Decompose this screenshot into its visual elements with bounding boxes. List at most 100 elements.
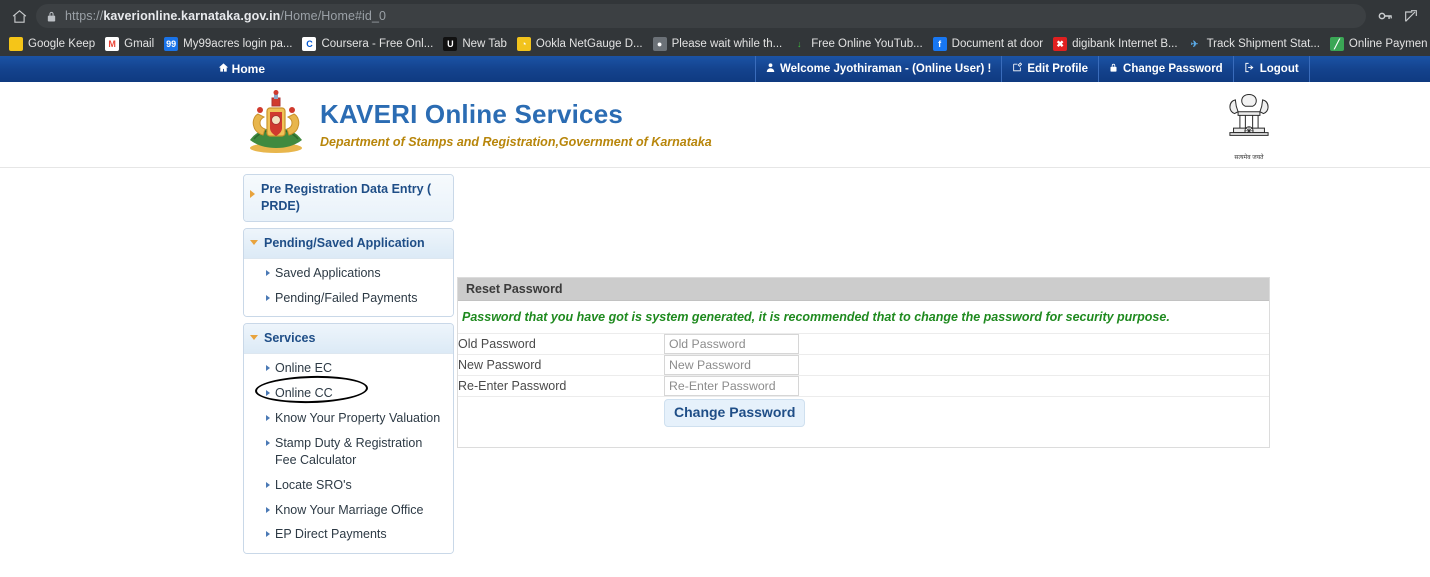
bookmark-favicon-icon: ◔ bbox=[516, 37, 531, 51]
nav-change-password[interactable]: Change Password bbox=[1098, 56, 1233, 82]
bullet-arrow-icon bbox=[266, 481, 270, 488]
sidebar-panel-prde-label: Pre Registration Data Entry ( PRDE) bbox=[261, 182, 432, 213]
bookmarks-bar: Google Keep M Gmail 99 My99acres login pa...… bbox=[0, 32, 1430, 56]
reenter-password-input[interactable] bbox=[664, 376, 799, 397]
bullet-arrow-icon bbox=[266, 415, 270, 421]
sidebar-panel-prde-header[interactable]: Pre Registration Data Entry ( PRDE) bbox=[244, 175, 453, 221]
sidebar-item-pending-failed-payments[interactable]: Pending/Failed Payments bbox=[244, 286, 453, 311]
bookmark-label: Gmail bbox=[124, 38, 155, 50]
bullet-arrow-icon bbox=[266, 506, 270, 513]
bookmark-item[interactable]: 99 My99acres login pa... bbox=[159, 34, 297, 54]
sidebar-item-label: EP Direct Payments bbox=[275, 527, 387, 542]
bullet-arrow-icon bbox=[266, 531, 270, 538]
reenter-password-field-wrap bbox=[664, 376, 1269, 397]
bookmark-label: Online Paymen bbox=[1348, 38, 1428, 50]
nav-change-password-label: Change Password bbox=[1123, 63, 1223, 75]
sidebar-item-locate-sros[interactable]: Locate SRO's bbox=[244, 473, 453, 498]
karnataka-state-emblem-icon bbox=[240, 90, 312, 156]
share-icon[interactable] bbox=[1398, 3, 1424, 29]
bookmark-item[interactable]: ✖ digibank Internet B... bbox=[1048, 34, 1182, 54]
sidebar-item-ep-direct-payments[interactable]: EP Direct Payments bbox=[244, 522, 453, 547]
sidebar-item-online-cc[interactable]: Online CC bbox=[244, 381, 453, 406]
bookmark-label: New Tab bbox=[462, 38, 507, 50]
nav-logout-label: Logout bbox=[1259, 63, 1299, 75]
address-bar[interactable]: https://kaverionline.karnataka.gov.in/Ho… bbox=[36, 4, 1366, 28]
lock-icon bbox=[46, 10, 57, 23]
bookmark-label: My99acres login pa... bbox=[183, 38, 293, 50]
sidebar-item-label: Saved Applications bbox=[275, 265, 381, 280]
nav-edit-profile[interactable]: Edit Profile bbox=[1001, 56, 1098, 82]
chevron-down-icon bbox=[250, 239, 258, 245]
chrome-right-actions bbox=[1372, 3, 1424, 29]
form-row-new-password: New Password bbox=[458, 354, 1269, 376]
bookmark-label: Ookla NetGauge D... bbox=[535, 38, 643, 50]
old-password-field-wrap bbox=[664, 334, 1269, 355]
sidebar-item-saved-applications[interactable]: Saved Applications bbox=[244, 261, 453, 286]
sidebar-item-online-ec[interactable]: Online EC bbox=[244, 356, 453, 381]
site-top-nav: Home Welcome Jyothiraman - (Online User)… bbox=[0, 56, 1430, 82]
panel-footer bbox=[458, 435, 1269, 447]
bookmark-favicon-icon: ✈ bbox=[1187, 37, 1202, 51]
bullet-arrow-icon bbox=[266, 294, 270, 301]
sidebar-panel-pending-saved-label: Pending/Saved Application bbox=[264, 235, 425, 250]
sidebar-panel-services-body: Online EC Online CC Know Your Property V… bbox=[244, 354, 453, 554]
lock-icon bbox=[1109, 62, 1118, 76]
sidebar-item-know-your-property-valuation[interactable]: Know Your Property Valuation bbox=[244, 406, 453, 431]
sidebar-panel-services-header[interactable]: Services bbox=[244, 324, 453, 354]
password-note: Password that you have got is system gen… bbox=[462, 310, 1170, 324]
bookmark-item[interactable]: f Document at door bbox=[928, 34, 1048, 54]
brand-block: KAVERI Online Services Department of Sta… bbox=[240, 90, 712, 156]
bookmark-label: Document at door bbox=[951, 38, 1044, 50]
panel-body: Password that you have got is system gen… bbox=[458, 301, 1269, 435]
bullet-arrow-icon bbox=[266, 439, 270, 446]
home-icon bbox=[218, 62, 229, 76]
old-password-label: Old Password bbox=[458, 337, 536, 352]
bookmark-label: Track Shipment Stat... bbox=[1206, 38, 1320, 50]
old-password-input[interactable] bbox=[664, 334, 799, 355]
nav-home-link[interactable]: Home bbox=[218, 62, 265, 76]
home-icon[interactable] bbox=[6, 3, 32, 29]
new-password-field-wrap bbox=[664, 355, 1269, 376]
nav-logout[interactable]: Logout bbox=[1232, 56, 1310, 82]
new-password-input[interactable] bbox=[664, 355, 799, 376]
bookmark-item[interactable]: Google Keep bbox=[4, 34, 100, 54]
url-text: https://kaverionline.karnataka.gov.in/Ho… bbox=[65, 9, 387, 23]
emblem-caption: सत्यमेव जयते bbox=[1234, 155, 1264, 161]
bookmark-favicon-icon: 99 bbox=[164, 37, 179, 51]
browser-chrome: https://kaverionline.karnataka.gov.in/Ho… bbox=[0, 0, 1430, 56]
bookmark-item[interactable]: C Coursera - Free Onl... bbox=[297, 34, 438, 54]
sidebar-item-know-your-marriage-office[interactable]: Know Your Marriage Office bbox=[244, 498, 453, 523]
new-password-label: New Password bbox=[458, 358, 542, 373]
change-password-button[interactable]: Change Password bbox=[664, 399, 806, 427]
sidebar-item-label: Stamp Duty & Registration Fee Calculator bbox=[275, 435, 423, 467]
brand-text: KAVERI Online Services Department of Sta… bbox=[320, 90, 712, 149]
sidebar-panel-prde: Pre Registration Data Entry ( PRDE) bbox=[243, 174, 454, 222]
sidebar-panel-pending-saved-header[interactable]: Pending/Saved Application bbox=[244, 228, 453, 258]
sidebar-panel-services-label: Services bbox=[264, 331, 316, 346]
india-national-emblem-icon: सत्यमेव जयते bbox=[1216, 88, 1282, 162]
submit-row: Change Password bbox=[458, 396, 1269, 427]
bookmark-label: Free Online YouTub... bbox=[811, 38, 923, 50]
bookmark-favicon-icon: ✖ bbox=[1053, 37, 1068, 51]
top-nav-left: Home bbox=[0, 56, 755, 82]
bookmark-item[interactable]: U New Tab bbox=[438, 34, 512, 54]
reset-password-panel: Reset Password Password that you have go… bbox=[457, 277, 1270, 448]
bookmark-item[interactable]: ✈ Track Shipment Stat... bbox=[1183, 34, 1325, 54]
key-icon[interactable] bbox=[1372, 3, 1398, 29]
bookmark-item[interactable]: M Gmail bbox=[100, 34, 159, 54]
logout-icon bbox=[1244, 62, 1255, 76]
sidebar-item-stamp-duty-calculator[interactable]: Stamp Duty & Registration Fee Calculator bbox=[244, 431, 453, 473]
bookmark-favicon-icon: U bbox=[443, 37, 458, 51]
sidebar-item-label: Online CC bbox=[275, 386, 333, 401]
bookmark-item[interactable]: ╱ Online Paymen bbox=[1325, 34, 1430, 54]
edit-icon bbox=[1012, 62, 1023, 76]
sidebar-panel-pending-saved: Pending/Saved Application Saved Applicat… bbox=[243, 227, 454, 318]
bookmark-item[interactable]: ● Please wait while th... bbox=[648, 34, 788, 54]
page-content: Home Welcome Jyothiraman - (Online User)… bbox=[0, 56, 1430, 573]
bookmark-favicon-icon: ╱ bbox=[1329, 37, 1344, 51]
bookmark-favicon-icon bbox=[9, 37, 23, 51]
panel-title: Reset Password bbox=[458, 278, 1269, 301]
bookmark-item[interactable]: ◔ Ookla NetGauge D... bbox=[512, 34, 648, 54]
bookmark-item[interactable]: ↓ Free Online YouTub... bbox=[787, 34, 927, 54]
